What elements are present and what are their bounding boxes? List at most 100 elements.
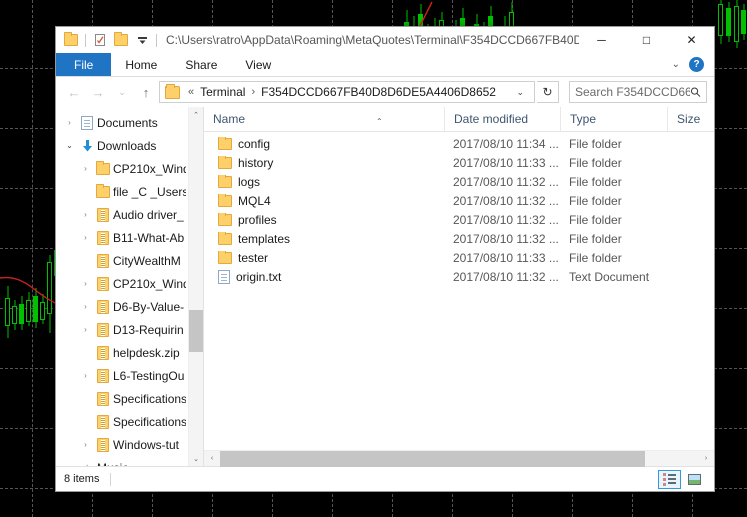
column-header-name[interactable]: Name ⌃ bbox=[204, 107, 444, 132]
tab-view[interactable]: View bbox=[231, 53, 285, 76]
column-header-date-modified[interactable]: Date modified bbox=[444, 106, 560, 132]
sidebar-item-b11-what-ab[interactable]: › B11-What-Ab bbox=[56, 226, 188, 249]
chevron-right-icon[interactable]: › bbox=[78, 371, 93, 380]
nav-scroll-thumb[interactable] bbox=[188, 309, 203, 353]
minimize-button[interactable]: ─ bbox=[579, 27, 624, 53]
table-row[interactable]: history 2017/08/10 11:33 ... File folder bbox=[204, 153, 714, 172]
chevron-right-icon[interactable]: › bbox=[62, 463, 77, 466]
sidebar-item-label: CP210x_Wind bbox=[113, 276, 186, 291]
help-icon[interactable]: ? bbox=[689, 57, 704, 72]
forward-button[interactable]: → bbox=[87, 81, 109, 103]
chevron-right-icon[interactable]: › bbox=[62, 118, 77, 127]
folder-icon[interactable] bbox=[61, 30, 81, 50]
sidebar-item-cp210x-wind[interactable]: › CP210x_Wind bbox=[56, 157, 188, 180]
sidebar-item-label: Downloads bbox=[97, 138, 157, 153]
sidebar-item-file-c-users[interactable]: file _C _Users_ bbox=[56, 180, 188, 203]
table-row[interactable]: templates 2017/08/10 11:32 ... File folder bbox=[204, 229, 714, 248]
search-box[interactable]: Search F354DCCD66... bbox=[569, 81, 707, 103]
table-row[interactable]: config 2017/08/10 11:34 ... File folder bbox=[204, 134, 714, 153]
chevron-right-icon[interactable]: › bbox=[78, 210, 93, 219]
table-row[interactable]: profiles 2017/08/10 11:32 ... File folder bbox=[204, 210, 714, 229]
file-list-horizontal-scrollbar[interactable]: ‹ › bbox=[204, 450, 714, 467]
hscroll-thumb[interactable] bbox=[220, 450, 646, 467]
chevron-right-icon[interactable]: › bbox=[78, 279, 93, 288]
file-explorer-window: C:\Users\ratro\AppData\Roaming\MetaQuote… bbox=[55, 26, 715, 492]
title-bar: C:\Users\ratro\AppData\Roaming\MetaQuote… bbox=[56, 27, 714, 53]
sidebar-item-specifications[interactable]: Specifications bbox=[56, 410, 188, 433]
sidebar-item-downloads[interactable]: ⌄ Downloads bbox=[56, 134, 188, 157]
chevron-right-icon[interactable]: › bbox=[78, 325, 93, 334]
candlestick bbox=[741, 0, 746, 517]
sidebar-item-audio-driver[interactable]: › Audio driver_ bbox=[56, 203, 188, 226]
details-view-icon bbox=[663, 472, 676, 486]
sidebar-item-citywealthm[interactable]: CityWealthM bbox=[56, 249, 188, 272]
file-name-label: logs bbox=[238, 174, 261, 189]
tab-share[interactable]: Share bbox=[171, 53, 231, 76]
back-button[interactable]: ← bbox=[63, 81, 85, 103]
table-row[interactable]: MQL4 2017/08/10 11:32 ... File folder bbox=[204, 191, 714, 210]
file-name-cell: profiles bbox=[204, 212, 444, 227]
file-type-cell: File folder bbox=[569, 174, 622, 189]
chevron-right-icon[interactable]: › bbox=[78, 440, 93, 449]
nav-scroll-up-button[interactable]: ⌃ bbox=[189, 107, 204, 122]
hscroll-track[interactable] bbox=[220, 450, 698, 467]
sidebar-item-cp210x-wind[interactable]: › CP210x_Wind bbox=[56, 272, 188, 295]
file-name-cell: MQL4 bbox=[204, 193, 444, 208]
maximize-button[interactable]: □ bbox=[624, 27, 669, 53]
address-bar: ← → ⌄ ↑ « Terminal › F354DCCD667FB40D8D6… bbox=[56, 77, 714, 107]
large-icons-view-button[interactable] bbox=[683, 470, 706, 489]
up-button[interactable]: ↑ bbox=[135, 81, 157, 103]
navigation-scrollbar[interactable]: ⌃ ⌄ bbox=[188, 107, 203, 466]
chevron-down-icon[interactable]: ⌄ bbox=[62, 141, 77, 150]
tab-home[interactable]: Home bbox=[111, 53, 171, 76]
sidebar-item-label: D6-By-Value- bbox=[113, 299, 185, 314]
sidebar-item-label: Specifications bbox=[113, 391, 186, 406]
sidebar-item-d13-requirin[interactable]: › D13-Requirin bbox=[56, 318, 188, 341]
chevron-right-icon[interactable]: › bbox=[78, 302, 93, 311]
candlestick bbox=[734, 0, 739, 517]
breadcrumb-dropdown-icon[interactable]: ⌄ bbox=[509, 87, 531, 98]
sidebar-item-d6-by-value[interactable]: › D6-By-Value- bbox=[56, 295, 188, 318]
sidebar-item-label: file _C _Users_ bbox=[113, 184, 186, 199]
hscroll-right-button[interactable]: › bbox=[698, 451, 714, 467]
refresh-button[interactable]: ↻ bbox=[537, 81, 559, 103]
tab-file[interactable]: File bbox=[56, 53, 112, 76]
close-button[interactable]: ✕ bbox=[669, 27, 714, 53]
file-date-cell: 2017/08/10 11:33 ... bbox=[453, 155, 559, 170]
nav-scroll-track[interactable] bbox=[188, 122, 203, 451]
nav-scroll-down-button[interactable]: ⌄ bbox=[189, 451, 204, 466]
hscroll-left-button[interactable]: ‹ bbox=[204, 451, 220, 467]
file-name-cell: history bbox=[204, 155, 444, 170]
file-name-label: history bbox=[238, 155, 274, 170]
chevron-down-icon[interactable]: ⌄ bbox=[672, 59, 680, 70]
search-input[interactable]: Search F354DCCD66... bbox=[575, 85, 690, 99]
breadcrumb-item-current[interactable]: F354DCCD667FB40D8D6DE5A4406D8652 bbox=[259, 85, 498, 99]
breadcrumb-item-terminal[interactable]: Terminal bbox=[198, 85, 247, 99]
folder-icon bbox=[218, 136, 232, 150]
details-view-button[interactable] bbox=[658, 469, 681, 489]
new-folder-icon[interactable] bbox=[111, 30, 131, 50]
column-header-size[interactable]: Size bbox=[667, 106, 714, 132]
file-date-cell: 2017/08/10 11:34 ... bbox=[453, 136, 559, 151]
breadcrumb-overflow[interactable]: « bbox=[184, 86, 198, 98]
table-row[interactable]: origin.txt 2017/08/10 11:32 ... Text Docum… bbox=[204, 267, 714, 286]
sidebar-item-specifications[interactable]: Specifications bbox=[56, 387, 188, 410]
sidebar-item-label: Music bbox=[97, 461, 128, 467]
breadcrumb[interactable]: « Terminal › F354DCCD667FB40D8D6DE5A4406… bbox=[159, 81, 535, 103]
customize-dropdown-icon[interactable] bbox=[132, 30, 152, 50]
chevron-right-icon[interactable]: › bbox=[78, 233, 93, 242]
sidebar-item-l6-testingou[interactable]: › L6-TestingOu bbox=[56, 364, 188, 387]
table-row[interactable]: logs 2017/08/10 11:32 ... File folder bbox=[204, 172, 714, 191]
column-header-type[interactable]: Type bbox=[560, 106, 667, 132]
chevron-right-icon[interactable]: › bbox=[78, 164, 93, 173]
search-icon bbox=[691, 87, 701, 97]
sidebar-item-documents[interactable]: › Documents bbox=[56, 111, 188, 134]
folder-icon bbox=[93, 183, 113, 198]
table-row[interactable]: tester 2017/08/10 11:33 ... File folder bbox=[204, 248, 714, 267]
properties-icon[interactable] bbox=[90, 30, 110, 50]
recent-locations-button[interactable]: ⌄ bbox=[111, 81, 133, 103]
sidebar-item-helpdesk-zip[interactable]: helpdesk.zip bbox=[56, 341, 188, 364]
sidebar-item-label: D13-Requirin bbox=[113, 322, 184, 337]
sidebar-item-music[interactable]: ›♪Music bbox=[56, 456, 188, 467]
sidebar-item-windows-tut[interactable]: › Windows-tut bbox=[56, 433, 188, 456]
